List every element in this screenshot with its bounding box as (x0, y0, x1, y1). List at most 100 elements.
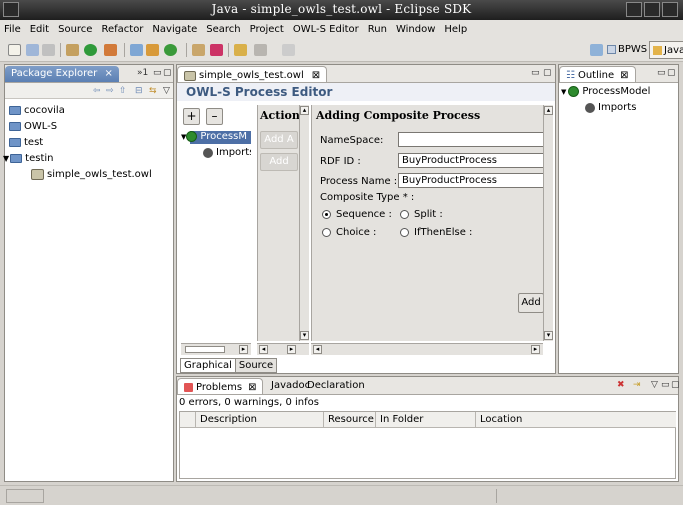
column-description[interactable]: Description (196, 412, 324, 428)
run-icon[interactable] (84, 44, 97, 56)
close-tab-icon[interactable]: × (104, 68, 112, 79)
menu-search[interactable]: Search (206, 24, 240, 35)
process-name-label: Process Name : (320, 176, 398, 187)
split-radio[interactable] (400, 210, 409, 219)
declaration-tab[interactable]: Declaration (301, 378, 371, 394)
tree-item-process-model[interactable]: ▼ ProcessM (181, 131, 251, 144)
forward-icon[interactable] (282, 44, 295, 56)
new-class-icon[interactable] (164, 44, 177, 56)
new-package-icon[interactable] (146, 44, 159, 56)
view-menu-icon[interactable]: ▽ (163, 86, 170, 96)
tree-item-test[interactable]: test (9, 137, 43, 148)
open-perspective-icon[interactable] (590, 44, 603, 56)
add-composite-button[interactable]: Add Cor (260, 153, 298, 171)
tree-hscrollbar[interactable]: ▸ (181, 343, 251, 355)
maximize-view-icon[interactable]: ▢ (667, 68, 676, 78)
add-atomic-button[interactable]: Add A (260, 131, 298, 149)
outline-item-process-model[interactable]: ▼ ProcessModel (561, 86, 650, 97)
minimize-icon[interactable] (626, 2, 642, 17)
maximize-view-icon[interactable]: ▢ (543, 68, 552, 78)
menu-refactor[interactable]: Refactor (101, 24, 143, 35)
namespace-input[interactable] (398, 132, 544, 147)
tree-item-owl-file[interactable]: simple_owls_test.owl (31, 169, 152, 180)
perspective-java[interactable]: Java (649, 41, 683, 59)
close-tab-icon[interactable]: ⊠ (312, 70, 320, 81)
last-edit-icon[interactable] (234, 44, 247, 56)
minimize-view-icon[interactable]: ▭ (153, 68, 162, 78)
expand-all-button[interactable]: + (183, 108, 200, 125)
back-icon[interactable] (254, 44, 267, 56)
remove-icon[interactable]: ✖ (617, 380, 625, 390)
link-editor-icon[interactable]: ⇆ (149, 86, 157, 96)
perspective-bpws[interactable]: BPWS (607, 44, 647, 55)
up-nav-icon[interactable]: ⇧ (119, 86, 127, 96)
menu-run[interactable]: Run (368, 24, 387, 35)
fast-view-bar[interactable] (6, 489, 44, 503)
tree-item-cocovila[interactable]: cocovila (9, 105, 65, 116)
filter-icon[interactable]: ⇥ (633, 380, 641, 390)
bpws-icon (607, 45, 616, 54)
forward-nav-icon[interactable]: ⇨ (106, 86, 114, 96)
menu-owls-editor[interactable]: OWL-S Editor (293, 24, 359, 35)
minimize-view-icon[interactable]: ▭ (661, 380, 670, 390)
package-explorer-tab[interactable]: Package Explorer × (5, 66, 119, 82)
view-overflow[interactable]: »1 (137, 68, 148, 78)
close-icon[interactable] (662, 2, 678, 17)
process-name-input[interactable]: BuyProductProcess (398, 173, 544, 188)
menu-source[interactable]: Source (58, 24, 92, 35)
java-icon (653, 45, 662, 55)
expand-arrow-icon[interactable]: ▼ (561, 88, 566, 96)
external-tools-icon[interactable] (104, 44, 117, 56)
tree-item-owls[interactable]: OWL-S (9, 121, 57, 132)
maximize-view-icon[interactable]: ▢ (163, 68, 172, 78)
outline-item-imports[interactable]: Imports (585, 102, 636, 113)
menu-navigate[interactable]: Navigate (152, 24, 197, 35)
menu-help[interactable]: Help (444, 24, 467, 35)
debug-icon[interactable] (66, 44, 79, 56)
close-tab-icon[interactable]: ⊠ (620, 70, 628, 81)
menu-file[interactable]: File (4, 24, 21, 35)
column-location[interactable]: Location (476, 412, 676, 428)
save-icon[interactable] (26, 44, 39, 56)
add-button[interactable]: Add (518, 293, 544, 313)
process-icon (568, 86, 580, 97)
form-hscrollbar[interactable]: ◂ ▸ (311, 343, 543, 355)
rdfid-input[interactable]: BuyProductProcess (398, 153, 544, 168)
close-tab-icon[interactable]: ⊠ (248, 382, 256, 393)
editor-title: OWL-S Process Editor (186, 85, 333, 99)
choice-radio[interactable] (322, 228, 331, 237)
minimize-view-icon[interactable]: ▭ (657, 68, 666, 78)
back-nav-icon[interactable]: ⇦ (93, 86, 101, 96)
column-resource[interactable]: Resource (324, 412, 376, 428)
column-in-folder[interactable]: In Folder (376, 412, 476, 428)
print-icon[interactable] (42, 44, 55, 56)
collapse-all-button[interactable]: – (206, 108, 223, 125)
actions-vscrollbar[interactable]: ▴ ▾ (299, 105, 309, 341)
form-vscrollbar[interactable]: ▴ ▾ (543, 105, 553, 341)
ifthenelse-radio[interactable] (400, 228, 409, 237)
editor-tab[interactable]: simple_owls_test.owl ⊠ (177, 66, 328, 82)
maximize-view-icon[interactable]: ▢ (671, 380, 680, 390)
search-icon[interactable] (210, 44, 223, 56)
minimize-view-icon[interactable]: ▭ (531, 68, 540, 78)
problems-tab[interactable]: Problems ⊠ (177, 378, 264, 394)
menu-window[interactable]: Window (396, 24, 435, 35)
source-tab[interactable]: Source (235, 358, 278, 373)
tree-item-imports[interactable]: Imports (203, 147, 251, 158)
view-menu-icon[interactable]: ▽ (651, 380, 658, 390)
new-java-project-icon[interactable] (130, 44, 143, 56)
outline-tab[interactable]: ☷ Outline ⊠ (559, 66, 636, 82)
new-icon[interactable] (8, 44, 21, 56)
composite-type-label: Composite Type * : (320, 192, 415, 203)
maximize-icon[interactable] (644, 2, 660, 17)
open-type-icon[interactable] (192, 44, 205, 56)
menu-edit[interactable]: Edit (30, 24, 49, 35)
menu-project[interactable]: Project (250, 24, 284, 35)
problems-panel: Problems ⊠ Javadoc Declaration ✖ ⇥ ▽ ▭ ▢… (176, 376, 680, 482)
expand-arrow-icon[interactable]: ▼ (3, 154, 9, 163)
sequence-radio[interactable] (322, 210, 331, 219)
collapse-all-icon[interactable]: ⊟ (135, 86, 143, 96)
graphical-tab[interactable]: Graphical (180, 358, 236, 373)
actions-hscrollbar[interactable]: ◂ ▸ (257, 343, 309, 355)
tree-item-testin[interactable]: ▼ testin (3, 153, 53, 164)
